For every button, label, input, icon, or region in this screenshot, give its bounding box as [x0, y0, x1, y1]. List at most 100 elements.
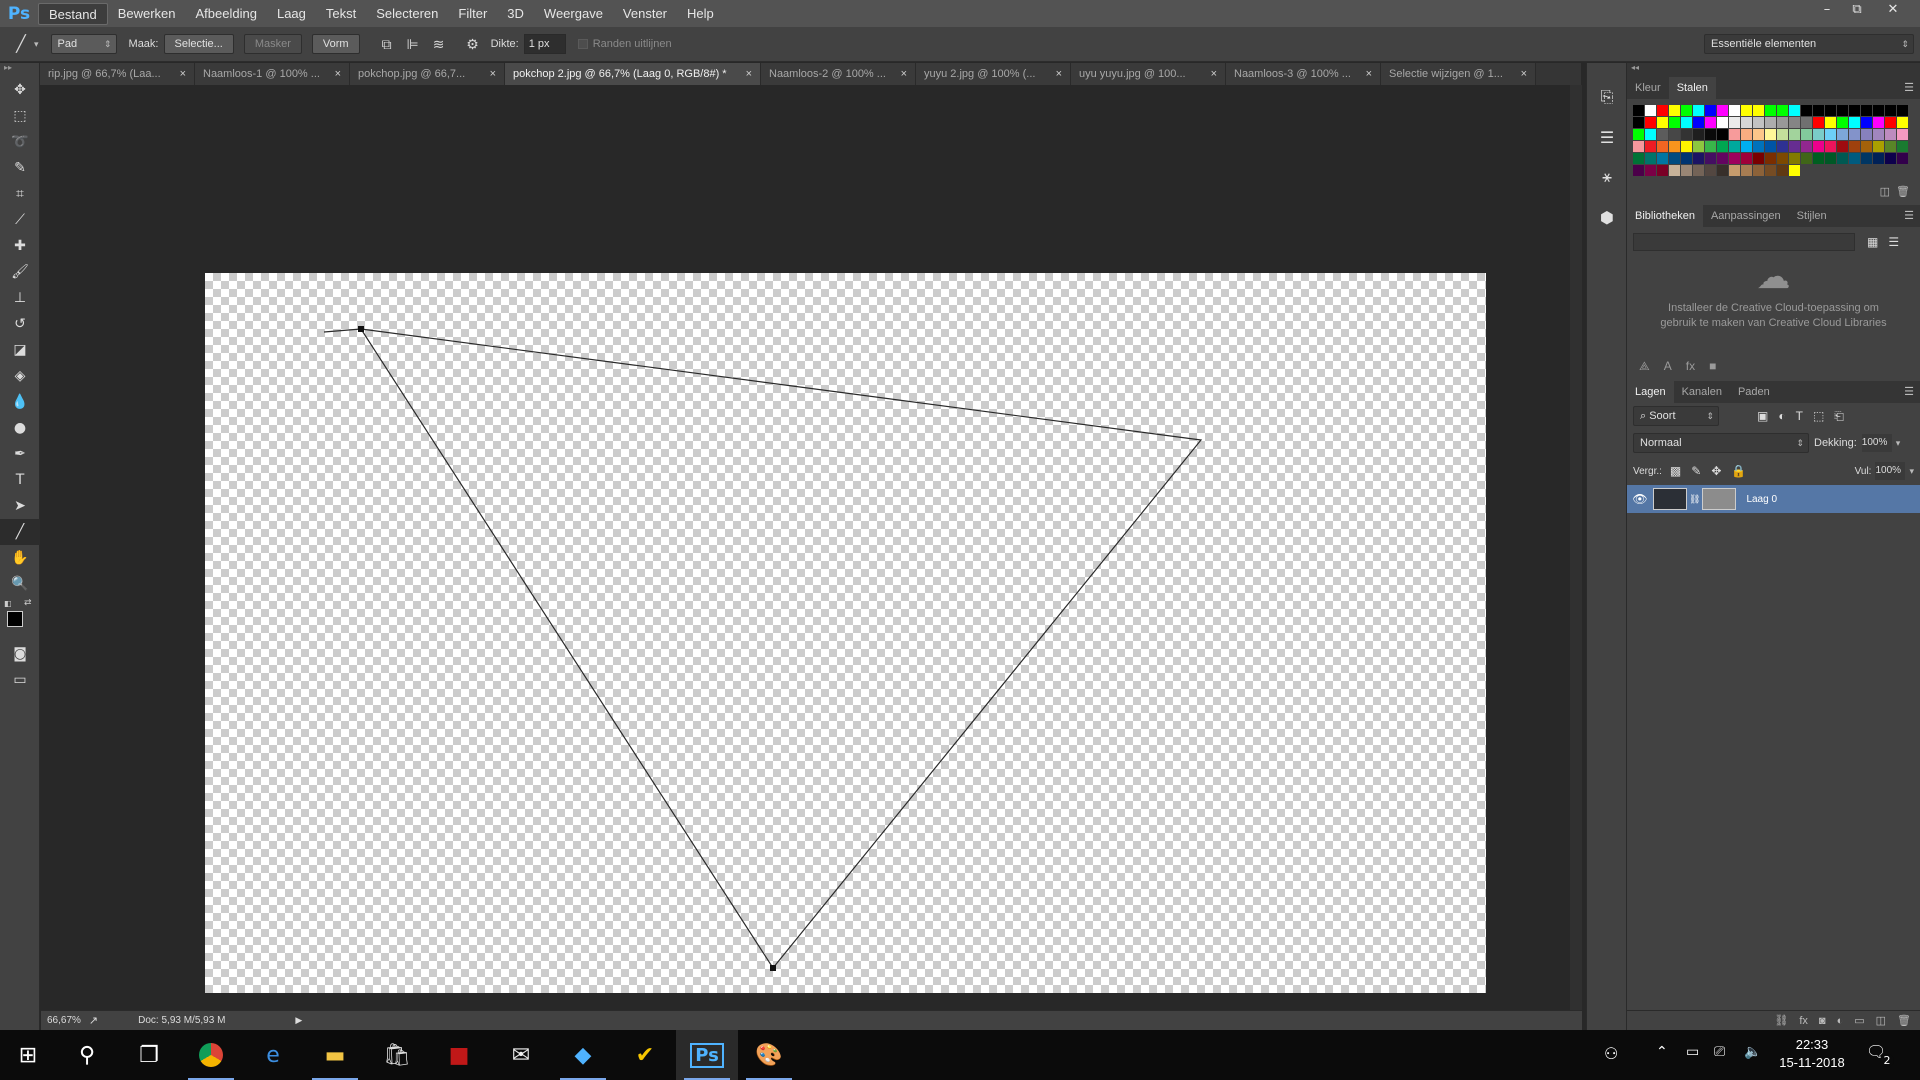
smart-object-filter-icon[interactable]: ⎗	[1834, 409, 1844, 424]
zoom-tool-icon[interactable]: 🔍	[0, 571, 40, 597]
status-menu-arrow-icon[interactable]: ▶	[295, 1015, 302, 1026]
color-swatch[interactable]	[1753, 141, 1764, 152]
add-graphic-icon[interactable]: ⟁	[1639, 359, 1650, 374]
fill-dropdown-icon[interactable]: ▾	[1909, 466, 1914, 477]
color-swatch[interactable]	[1801, 105, 1812, 116]
tradingview-icon[interactable]: ◆	[552, 1030, 614, 1080]
color-swatch[interactable]	[1753, 153, 1764, 164]
color-swatch[interactable]	[1789, 117, 1800, 128]
tab-stalen[interactable]: Stalen	[1668, 77, 1716, 99]
gear-icon[interactable]: ⚙	[460, 36, 486, 53]
zoom-level[interactable]: 66,67%	[47, 1015, 81, 1026]
color-swatch[interactable]	[1777, 117, 1788, 128]
color-swatch[interactable]	[1885, 117, 1896, 128]
color-swatch[interactable]	[1777, 105, 1788, 116]
color-swatch[interactable]	[1645, 153, 1656, 164]
color-swatch[interactable]	[1765, 129, 1776, 140]
color-swatch[interactable]	[1633, 129, 1644, 140]
tab-kleur[interactable]: Kleur	[1627, 77, 1669, 99]
color-swatch[interactable]	[1837, 105, 1848, 116]
collapse-panels-icon[interactable]: ◂◂	[1627, 63, 1920, 77]
file-explorer-icon[interactable]: ▬	[304, 1030, 366, 1080]
thickness-input[interactable]: 1 px	[523, 34, 566, 54]
show-hidden-icons[interactable]: ⌃	[1656, 1044, 1668, 1060]
color-swatch[interactable]	[1777, 153, 1788, 164]
crop-tool-icon[interactable]: ⌗	[0, 181, 40, 207]
color-swatch[interactable]	[1825, 141, 1836, 152]
color-swatch[interactable]	[1885, 129, 1896, 140]
color-swatch[interactable]	[1729, 117, 1740, 128]
color-swatch[interactable]	[1861, 141, 1872, 152]
list-view-icon[interactable]: ☰	[1888, 235, 1899, 249]
default-colors-icon[interactable]: ◧	[4, 599, 12, 608]
menu-3d[interactable]: 3D	[497, 3, 534, 25]
color-swatch[interactable]	[1741, 141, 1752, 152]
task-view-icon[interactable]: ❐	[118, 1030, 180, 1080]
color-swatch[interactable]	[1861, 105, 1872, 116]
color-swatch[interactable]	[1801, 141, 1812, 152]
blur-tool-icon[interactable]: 💧	[0, 389, 40, 415]
color-swatch[interactable]	[1681, 165, 1692, 176]
opacity-dropdown-icon[interactable]: ▾	[1896, 438, 1901, 449]
color-swatch[interactable]	[1717, 165, 1728, 176]
link-icon[interactable]: ⛓	[1689, 494, 1700, 505]
menu-afbeelding[interactable]: Afbeelding	[186, 3, 267, 25]
color-swatch[interactable]	[1645, 141, 1656, 152]
color-swatch[interactable]	[1681, 141, 1692, 152]
eye-icon[interactable]: 👁	[1627, 492, 1653, 506]
color-swatch[interactable]	[1885, 153, 1896, 164]
doc-tab[interactable]: uyu yuyu.jpg @ 100... ×	[1071, 63, 1226, 85]
menu-tekst[interactable]: Tekst	[316, 3, 366, 25]
doc-tab[interactable]: pokchop.jpg @ 66,7... ×	[350, 63, 505, 85]
color-swatch[interactable]	[1777, 129, 1788, 140]
color-swatch[interactable]	[1729, 141, 1740, 152]
color-swatch[interactable]	[1645, 165, 1656, 176]
color-swatch[interactable]	[1693, 153, 1704, 164]
close-icon[interactable]: ×	[1211, 63, 1217, 85]
color-swatch[interactable]	[1705, 153, 1716, 164]
color-swatch[interactable]	[1717, 105, 1728, 116]
foreground-color-swatch[interactable]	[7, 611, 23, 627]
color-swatch[interactable]	[1741, 153, 1752, 164]
lasso-tool-icon[interactable]: ➰	[0, 129, 40, 155]
color-swatch[interactable]	[1657, 105, 1668, 116]
color-swatch[interactable]	[1753, 117, 1764, 128]
selection-button[interactable]: Selectie...	[163, 34, 234, 54]
color-swatch[interactable]	[1897, 129, 1908, 140]
color-swatch[interactable]	[1669, 153, 1680, 164]
color-swatch[interactable]	[1861, 153, 1872, 164]
color-swatch[interactable]	[1837, 117, 1848, 128]
tab-bibliotheken[interactable]: Bibliotheken	[1627, 205, 1703, 227]
color-swatch[interactable]	[1681, 105, 1692, 116]
doc-tab[interactable]: Naamloos-2 @ 100% ... ×	[761, 63, 916, 85]
color-swatch[interactable]	[1825, 153, 1836, 164]
new-group-icon[interactable]: ▭	[1854, 1014, 1864, 1027]
color-swatch[interactable]	[1837, 153, 1848, 164]
shape-filter-icon[interactable]: ⬚	[1813, 409, 1824, 424]
color-swatch[interactable]	[1669, 129, 1680, 140]
color-swatch[interactable]	[1741, 129, 1752, 140]
menu-bestand[interactable]: Bestand	[38, 2, 108, 25]
dodge-tool-icon[interactable]: ●	[0, 415, 40, 441]
close-icon[interactable]: ×	[335, 63, 341, 85]
norton-icon[interactable]: ✔	[614, 1030, 676, 1080]
network-icon[interactable]: ⎚	[1714, 1044, 1725, 1060]
color-swatch[interactable]	[1645, 105, 1656, 116]
type-filter-icon[interactable]: T	[1796, 409, 1803, 424]
shape-button[interactable]: Vorm	[311, 34, 360, 54]
color-swatch[interactable]	[1645, 129, 1656, 140]
color-swatch[interactable]	[1729, 129, 1740, 140]
tab-kanalen[interactable]: Kanalen	[1674, 381, 1730, 403]
adjustment-layer-icon[interactable]: ◐	[1837, 1015, 1844, 1027]
screen-mode-icon[interactable]: ▭	[0, 667, 40, 693]
color-swatch[interactable]	[1669, 165, 1680, 176]
color-swatch[interactable]	[1669, 141, 1680, 152]
menu-weergave[interactable]: Weergave	[534, 3, 613, 25]
color-swatch[interactable]	[1657, 165, 1668, 176]
chrome-icon[interactable]	[180, 1030, 242, 1080]
add-color-icon[interactable]: ■	[1709, 359, 1716, 373]
color-swatch[interactable]	[1873, 153, 1884, 164]
color-swatch[interactable]	[1669, 117, 1680, 128]
color-swatch[interactable]	[1813, 117, 1824, 128]
move-tool-icon[interactable]: ✥	[0, 77, 40, 103]
